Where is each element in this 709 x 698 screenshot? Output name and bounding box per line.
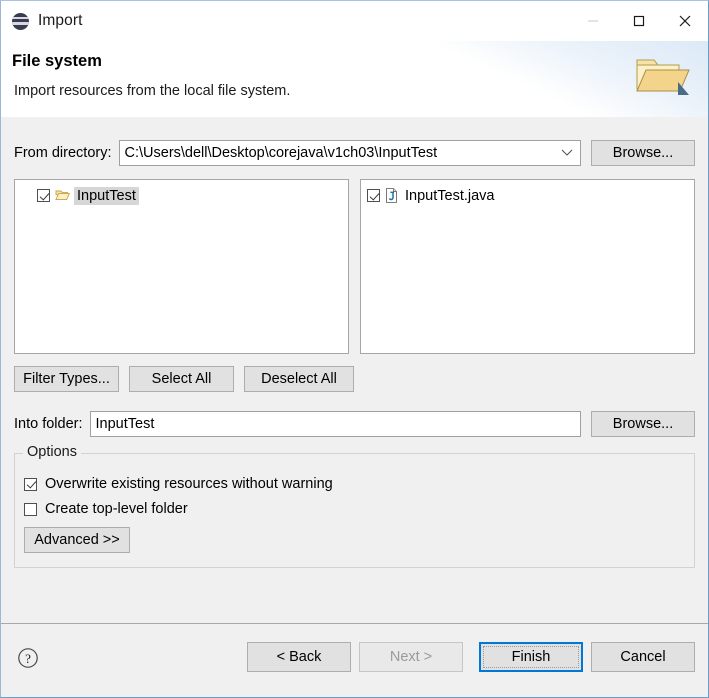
import-dialog: Import File system Import resources from…: [0, 0, 709, 698]
into-folder-label: Into folder:: [14, 416, 83, 432]
tree-item-label: InputTest: [74, 186, 139, 205]
chevron-down-icon[interactable]: [561, 141, 573, 165]
page-title: File system: [12, 52, 102, 70]
from-directory-browse-button[interactable]: Browse...: [591, 140, 695, 166]
back-button[interactable]: < Back: [247, 642, 351, 672]
into-folder-row: Into folder: InputTest Browse...: [14, 411, 695, 437]
filter-types-button[interactable]: Filter Types...: [14, 366, 119, 392]
tree-item[interactable]: InputTest: [15, 185, 348, 206]
title-bar: Import: [1, 1, 708, 41]
tree-item-checkbox[interactable]: [37, 189, 50, 202]
folder-tree-panel[interactable]: InputTest: [14, 179, 349, 354]
help-icon[interactable]: ?: [17, 647, 39, 673]
from-directory-input[interactable]: C:\Users\dell\Desktop\corejava\v1ch03\In…: [120, 145, 438, 161]
options-group: Options Overwrite existing resources wit…: [14, 444, 695, 568]
from-directory-combo[interactable]: C:\Users\dell\Desktop\corejava\v1ch03\In…: [118, 140, 581, 166]
option-overwrite-checkbox[interactable]: [24, 477, 37, 491]
option-topfolder-checkbox[interactable]: [24, 502, 37, 516]
dialog-body: From directory: C:\Users\dell\Desktop\co…: [1, 118, 708, 624]
option-topfolder-label: Create top-level folder: [45, 501, 188, 517]
finish-button-label: Finish: [511, 649, 551, 665]
next-button: Next >: [359, 642, 463, 672]
from-directory-row: From directory: C:\Users\dell\Desktop\co…: [14, 140, 695, 166]
options-group-title: Options: [23, 444, 81, 460]
select-all-button[interactable]: Select All: [129, 366, 234, 392]
footer-button-row: < Back Next > Finish Cancel: [239, 642, 695, 672]
option-topfolder-row[interactable]: Create top-level folder: [24, 501, 188, 517]
resource-panels: InputTest InputTest.java: [14, 179, 695, 354]
list-item-checkbox[interactable]: [367, 189, 380, 202]
maximize-icon[interactable]: [616, 1, 662, 41]
into-folder-input[interactable]: InputTest: [89, 411, 581, 437]
window-title: Import: [38, 12, 83, 29]
dialog-footer: ? < Back Next > Finish Cancel: [1, 623, 708, 697]
option-overwrite-label: Overwrite existing resources without war…: [45, 476, 333, 492]
minimize-icon[interactable]: [570, 1, 616, 41]
list-item[interactable]: InputTest.java: [361, 185, 694, 206]
eclipse-icon: [12, 12, 29, 30]
java-file-icon: [385, 188, 398, 203]
file-list-panel[interactable]: InputTest.java: [360, 179, 695, 354]
advanced-button[interactable]: Advanced >>: [24, 527, 130, 553]
filter-button-row: Filter Types... Select All Deselect All: [14, 366, 354, 392]
deselect-all-button[interactable]: Deselect All: [244, 366, 354, 392]
into-folder-browse-button[interactable]: Browse...: [591, 411, 695, 437]
open-folder-icon: [55, 189, 70, 202]
from-directory-label: From directory:: [14, 145, 112, 161]
close-icon[interactable]: [662, 1, 708, 41]
open-folder-icon: [633, 51, 695, 103]
wizard-header: File system Import resources from the lo…: [1, 41, 708, 117]
option-overwrite-row[interactable]: Overwrite existing resources without war…: [24, 476, 333, 492]
window-controls: [570, 1, 708, 41]
cancel-button[interactable]: Cancel: [591, 642, 695, 672]
page-description: Import resources from the local file sys…: [14, 83, 291, 99]
finish-button[interactable]: Finish: [479, 642, 583, 672]
list-item-label: InputTest.java: [405, 187, 495, 204]
svg-text:?: ?: [25, 651, 31, 666]
title-bar-left: Import: [1, 1, 570, 41]
